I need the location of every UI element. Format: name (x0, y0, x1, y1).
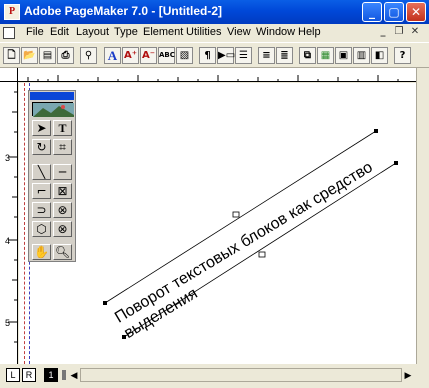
rotate-icon[interactable]: ↻ (32, 139, 51, 155)
selection-handle[interactable] (394, 161, 398, 165)
hand-icon[interactable]: ✋ (32, 244, 51, 260)
horizontal-scrollbar[interactable] (80, 368, 402, 382)
rectangle-frame-icon[interactable]: ⌐ (32, 183, 51, 199)
constrained-line-icon[interactable]: ─ (53, 164, 72, 180)
polygon-icon[interactable]: ⊗ (53, 221, 72, 237)
crop-icon[interactable]: ⌗ (53, 139, 72, 155)
ellipse-frame-icon[interactable]: ⊃ (32, 202, 51, 218)
scroll-right-arrow-icon[interactable]: ▶ (402, 368, 414, 382)
ellipse-icon[interactable]: ⊗ (53, 202, 72, 218)
left-master-tab[interactable]: L (6, 368, 20, 382)
text-icon[interactable]: T (53, 120, 72, 136)
page-1-tab[interactable]: 1 (44, 368, 58, 382)
rectangle-icon[interactable]: ⊠ (53, 183, 72, 199)
selection-handle[interactable] (374, 129, 378, 133)
selection-handle[interactable] (103, 301, 107, 305)
landscape-icon (33, 103, 74, 117)
line-icon[interactable]: ╲ (32, 164, 51, 180)
polygon-frame-icon[interactable]: ⬡ (32, 221, 51, 237)
toolbox-palette[interactable]: ➤ T ↻ ⌗ ╲ ─ ⌐ ⊠ ⊃ ⊗ ⬡ ⊗ ✋ 🔍︎ (28, 90, 76, 262)
windowshade-handle-top[interactable] (232, 211, 240, 218)
zoom-icon[interactable]: 🔍︎ (53, 244, 72, 260)
palette-title-bar[interactable] (30, 92, 74, 100)
scroll-left-arrow-icon[interactable]: ◀ (68, 368, 80, 382)
right-master-tab[interactable]: R (22, 368, 36, 382)
vertical-scrollbar[interactable] (416, 68, 429, 364)
page-tab-separator (62, 370, 66, 380)
pointer-icon[interactable]: ➤ (32, 120, 51, 136)
color-preview (32, 102, 74, 117)
